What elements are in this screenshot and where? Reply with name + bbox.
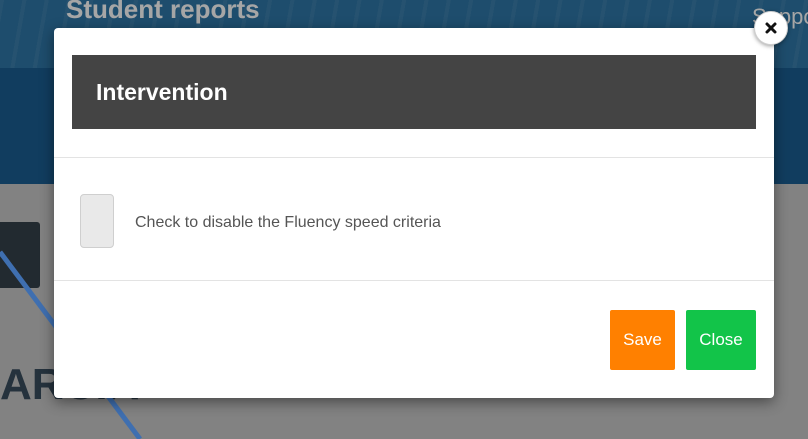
- modal-close-x-button[interactable]: [754, 11, 788, 45]
- close-icon: [765, 22, 777, 34]
- modal-header: Intervention: [72, 55, 756, 129]
- disable-fluency-label: Check to disable the Fluency speed crite…: [135, 214, 441, 231]
- intervention-modal: Intervention Check to disable the Fluenc…: [54, 28, 774, 398]
- modal-title: Intervention: [96, 79, 228, 105]
- disable-fluency-checkbox[interactable]: [80, 194, 114, 248]
- save-button[interactable]: Save: [610, 310, 675, 370]
- modal-footer-divider: [54, 280, 774, 281]
- close-button[interactable]: Close: [686, 310, 756, 370]
- modal-header-divider: [54, 157, 774, 158]
